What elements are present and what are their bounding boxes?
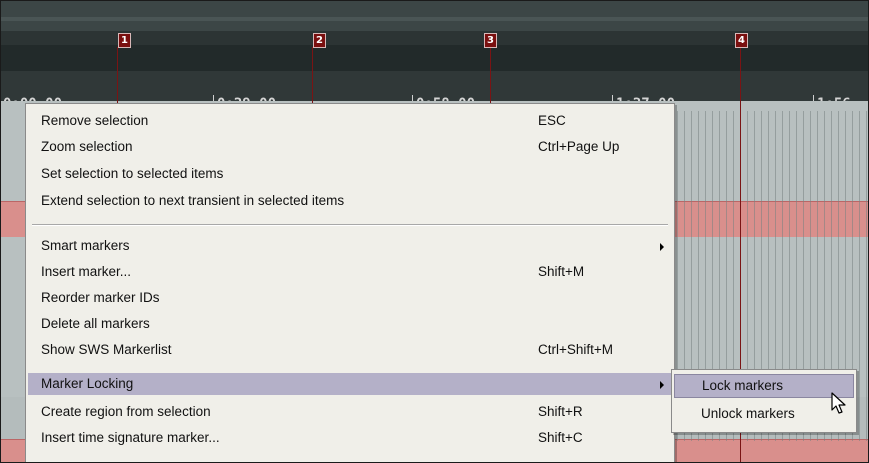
submenu-item-lock-markers[interactable]: Lock markers	[674, 374, 854, 398]
marker-flag-2[interactable]: 2	[313, 33, 326, 48]
menu-item-label: Delete all markers	[41, 316, 150, 331]
menu-item-zoom-selection[interactable]: Zoom selection Ctrl+Page Up	[28, 136, 672, 158]
menu-item-remove-selection[interactable]: Remove selection ESC	[28, 110, 672, 132]
menu-item-shortcut: Shift+M	[538, 264, 585, 279]
marker-lane-band	[1, 17, 868, 21]
timeline-ruler[interactable]: 0:00.00 0:29.00 0:58.00 1:27.00 1:56	[1, 45, 868, 114]
marker-flag-4[interactable]: 4	[735, 33, 748, 48]
menu-item-smart-markers[interactable]: Smart markers	[28, 235, 672, 257]
menu-item-label: Insert time signature marker...	[41, 430, 220, 445]
menu-item-create-region[interactable]: Create region from selection Shift+R	[28, 401, 672, 423]
menu-item-insert-marker[interactable]: Insert marker... Shift+M	[28, 261, 672, 283]
menu-item-label: Insert marker...	[41, 264, 132, 279]
marker-locking-submenu: Lock markers Unlock markers	[671, 369, 857, 433]
menu-separator	[32, 224, 668, 226]
menu-item-label: Marker Locking	[41, 376, 134, 391]
menu-item-shortcut: Ctrl+Page Up	[538, 139, 620, 154]
menu-item-label: Create region from selection	[41, 404, 211, 419]
submenu-item-label: Lock markers	[702, 378, 784, 393]
mouse-pointer-icon	[831, 392, 846, 414]
menu-item-label: Extend selection to next transient in se…	[41, 193, 345, 208]
menu-item-shortcut: ESC	[538, 113, 566, 128]
menu-item-delete-all-markers[interactable]: Delete all markers	[28, 313, 672, 335]
submenu-item-label: Unlock markers	[701, 406, 795, 421]
menu-item-set-selection-to-items[interactable]: Set selection to selected items	[28, 163, 672, 185]
menu-item-label: Set selection to selected items	[41, 166, 224, 181]
menu-item-shortcut: Shift+C	[538, 430, 583, 445]
menu-item-marker-locking[interactable]: Marker Locking	[28, 373, 672, 395]
marker-flag-3[interactable]: 3	[484, 33, 497, 48]
menu-item-label: Smart markers	[41, 238, 130, 253]
menu-item-extend-selection-transient[interactable]: Extend selection to next transient in se…	[28, 190, 672, 212]
menu-item-label: Reorder marker IDs	[41, 290, 160, 305]
marker-flag-1[interactable]: 1	[118, 33, 131, 48]
menu-item-label: Zoom selection	[41, 139, 133, 154]
menu-item-shortcut: Shift+R	[538, 404, 583, 419]
submenu-item-unlock-markers[interactable]: Unlock markers	[674, 403, 852, 425]
menu-item-shortcut: Ctrl+Shift+M	[538, 342, 614, 357]
reaper-arrange-view: 0:00.00 0:29.00 0:58.00 1:27.00 1:56 1 2…	[0, 0, 869, 463]
menu-item-show-sws-markerlist[interactable]: Show SWS Markerlist Ctrl+Shift+M	[28, 339, 672, 361]
menu-item-insert-time-signature[interactable]: Insert time signature marker... Shift+C	[28, 427, 672, 449]
ruler-context-menu: Remove selection ESC Zoom selection Ctrl…	[25, 103, 675, 462]
menu-item-reorder-marker-ids[interactable]: Reorder marker IDs	[28, 287, 672, 309]
submenu-arrow-icon	[660, 381, 664, 389]
menu-item-label: Show SWS Markerlist	[41, 342, 172, 357]
menu-item-label: Remove selection	[41, 113, 149, 128]
submenu-arrow-icon	[660, 243, 664, 251]
